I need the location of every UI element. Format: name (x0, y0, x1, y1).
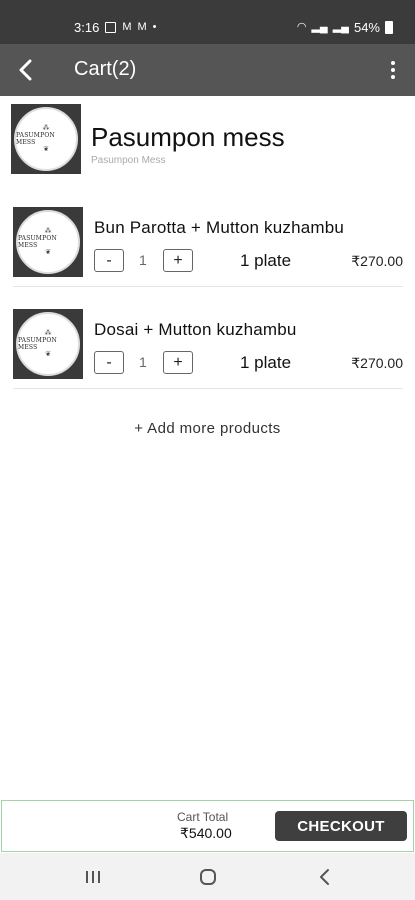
ornament-icon: ❦ (45, 351, 51, 358)
item-price: ₹270.00 (351, 253, 403, 269)
chevron-left-icon (320, 869, 329, 885)
add-more-products-link[interactable]: + Add more products (0, 420, 415, 437)
more-vert-dot (391, 75, 395, 79)
cart-item: ⁂ PASUMPON MESS ❦ Bun Parotta + Mutton k… (13, 207, 403, 287)
cart-total-bar: Cart Total ₹540.00 CHECKOUT (1, 800, 414, 852)
restaurant-name: Pasumpon mess (91, 122, 285, 152)
status-right: ◠ ▂▄ ▂▄ 54% (297, 20, 393, 35)
cart-item: ⁂ PASUMPON MESS ❦ Dosai + Mutton kuzhamb… (13, 309, 403, 389)
gallery-icon (105, 22, 117, 33)
recent-apps-button[interactable] (73, 865, 113, 889)
logo-text: PASUMPON MESS (16, 132, 55, 146)
m-app-icon: M (137, 21, 147, 33)
ornament-icon: ❦ (43, 146, 49, 153)
overflow-menu-button[interactable] (383, 56, 403, 84)
ornament-icon: ⁂ (44, 330, 52, 337)
app-bar: Cart(2) (0, 44, 415, 96)
increase-qty-button[interactable]: + (163, 249, 193, 272)
decrease-qty-button[interactable]: - (94, 351, 124, 374)
system-nav-bar (0, 853, 415, 900)
ornament-icon: ⁂ (44, 228, 52, 235)
item-unit: 1 plate (240, 353, 292, 372)
item-quantity: 1 (139, 252, 147, 268)
more-vert-dot (391, 68, 395, 72)
cart-total-label: Cart Total (177, 810, 229, 824)
recent-apps-icon (86, 871, 100, 883)
gmail-icon: M (122, 21, 132, 33)
restaurant-logo: ⁂ PASUMPON MESS ❦ (11, 104, 81, 174)
wifi-icon: ◠ (296, 21, 307, 33)
battery-icon (385, 21, 393, 34)
back-button[interactable] (10, 54, 42, 86)
arrow-left-icon (19, 59, 32, 81)
more-vert-icon (391, 61, 395, 65)
item-quantity: 1 (139, 354, 147, 370)
logo-circle: ⁂ PASUMPON MESS ❦ (16, 312, 80, 376)
restaurant-header: ⁂ PASUMPON MESS ❦ Pasumpon mess Pasumpon… (11, 104, 406, 176)
logo-text: PASUMPON MESS (18, 337, 57, 351)
battery-text: 54% (353, 20, 380, 35)
dot-icon: • (152, 21, 157, 33)
checkout-button[interactable]: CHECKOUT (275, 811, 407, 841)
item-name: Bun Parotta + Mutton kuzhambu (94, 218, 345, 237)
system-back-button[interactable] (305, 865, 345, 889)
status-bar: 3:16 M M • ◠ ▂▄ ▂▄ 54% (0, 0, 415, 44)
status-left: 3:16 M M • (74, 20, 157, 35)
increase-qty-button[interactable]: + (163, 351, 193, 374)
ornament-icon: ❦ (45, 249, 51, 256)
logo-circle: ⁂ PASUMPON MESS ❦ (16, 210, 80, 274)
signal-icon-1: ▂▄ (311, 21, 328, 33)
logo-text: PASUMPON MESS (18, 235, 57, 249)
item-price: ₹270.00 (351, 355, 403, 371)
signal-icon-2: ▂▄ (332, 21, 349, 33)
home-button[interactable] (188, 865, 228, 889)
item-image: ⁂ PASUMPON MESS ❦ (13, 309, 83, 379)
ornament-icon: ⁂ (42, 125, 50, 132)
status-time: 3:16 (74, 20, 100, 35)
item-name: Dosai + Mutton kuzhambu (94, 320, 297, 339)
home-icon (200, 869, 216, 885)
restaurant-subtitle: Pasumpon Mess (91, 155, 166, 166)
logo-circle: ⁂ PASUMPON MESS ❦ (14, 107, 78, 171)
item-image: ⁂ PASUMPON MESS ❦ (13, 207, 83, 277)
item-unit: 1 plate (240, 251, 292, 270)
page-title: Cart(2) (74, 58, 137, 80)
decrease-qty-button[interactable]: - (94, 249, 124, 272)
cart-total-value: ₹540.00 (180, 825, 232, 841)
